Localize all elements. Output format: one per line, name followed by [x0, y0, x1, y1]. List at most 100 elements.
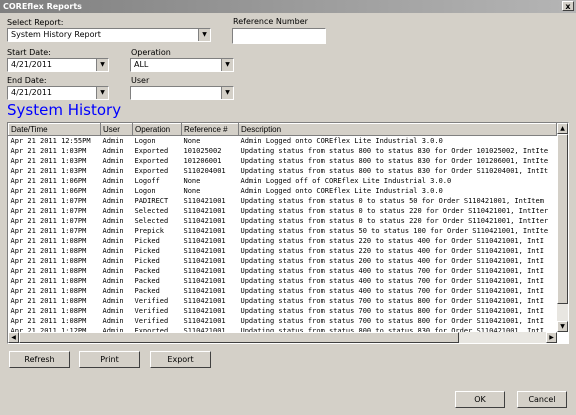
- operation-dropdown[interactable]: ALL ▼: [130, 58, 234, 72]
- table-row[interactable]: Apr 21 2011 1:08PM Admin Picked S110421001 U…: [9, 236, 557, 246]
- user-dropdown[interactable]: ▼: [130, 86, 234, 100]
- table-cell: Updating status from status 0 to status …: [240, 197, 544, 205]
- column-header[interactable]: User: [100, 123, 133, 136]
- table-cell: Admin: [102, 307, 124, 315]
- table-row[interactable]: Apr 21 2011 1:08PM Admin Packed S110421001 U…: [9, 276, 557, 286]
- table-cell: Admin: [102, 317, 124, 325]
- table-cell: Admin: [102, 157, 124, 165]
- table-cell: Admin: [102, 137, 124, 145]
- history-grid[interactable]: Date/Time User Operation Reference # Des…: [7, 122, 569, 344]
- chevron-down-icon[interactable]: ▼: [221, 87, 233, 99]
- chevron-down-icon[interactable]: ▼: [198, 29, 210, 41]
- table-row[interactable]: Apr 21 2011 1:08PM Admin Packed S110421001 U…: [9, 286, 557, 296]
- table-cell: Admin: [102, 257, 124, 265]
- scroll-up-icon[interactable]: ▲: [557, 123, 568, 134]
- export-button[interactable]: Export: [150, 351, 211, 368]
- cancel-button[interactable]: Cancel: [517, 391, 567, 408]
- start-date-label: Start Date:: [7, 48, 51, 57]
- table-row[interactable]: Apr 21 2011 1:03PM Admin Exported 101025002…: [9, 146, 557, 156]
- table-row[interactable]: Apr 21 2011 1:07PM Admin PADIRECT S11042100…: [9, 196, 557, 206]
- table-cell: S110421001: [183, 207, 226, 215]
- table-row[interactable]: Apr 21 2011 1:08PM Admin Packed S110421001 U…: [9, 266, 557, 276]
- table-cell: Packed: [134, 267, 160, 275]
- table-cell: S110421001: [183, 307, 226, 315]
- table-cell: Apr 21 2011 1:08PM: [10, 257, 87, 265]
- print-button[interactable]: Print: [79, 351, 140, 368]
- table-cell: Apr 21 2011 1:03PM: [10, 167, 87, 175]
- column-header[interactable]: Description: [238, 123, 557, 136]
- column-header[interactable]: Date/Time: [8, 123, 101, 136]
- vertical-scrollbar[interactable]: ▲ ▼: [557, 123, 568, 332]
- table-row[interactable]: Apr 21 2011 1:06PM Admin Logoff None Admin L…: [9, 176, 557, 186]
- vertical-scroll-thumb[interactable]: [557, 134, 568, 304]
- horizontal-scrollbar[interactable]: ◀ ▶: [8, 332, 557, 343]
- table-row[interactable]: Apr 21 2011 1:07PM Admin Selected S11042100…: [9, 216, 557, 226]
- table-cell: Updating status from status 0 to status …: [240, 207, 549, 215]
- table-cell: Admin: [102, 217, 124, 225]
- table-cell: Updating status from status 800 to statu…: [240, 167, 549, 175]
- table-cell: S110421001: [183, 237, 226, 245]
- table-cell: Apr 21 2011 1:07PM: [10, 197, 87, 205]
- end-date-label: End Date:: [7, 76, 47, 85]
- table-cell: Admin: [102, 177, 124, 185]
- table-row[interactable]: Apr 21 2011 12:55PM Admin Logon None Admin L…: [9, 136, 557, 147]
- table-cell: S110421001: [183, 227, 226, 235]
- table-cell: Apr 21 2011 12:55PM: [10, 137, 91, 145]
- scroll-right-icon[interactable]: ▶: [546, 332, 557, 343]
- table-cell: Apr 21 2011 1:08PM: [10, 297, 87, 305]
- table-row[interactable]: Apr 21 2011 1:08PM Admin Verified S11042100…: [9, 316, 557, 326]
- horizontal-scroll-thumb[interactable]: [19, 332, 459, 343]
- select-report-label: Select Report:: [7, 18, 64, 27]
- window-title: COREflex Reports: [3, 2, 82, 11]
- table-cell: Apr 21 2011 1:07PM: [10, 207, 87, 215]
- table-header-row: Date/Time User Operation Reference # Des…: [8, 123, 557, 136]
- table-cell: Apr 21 2011 1:08PM: [10, 277, 87, 285]
- table-cell: Selected: [134, 207, 169, 215]
- table-cell: Admin: [102, 187, 124, 195]
- select-report-value: System History Report: [11, 30, 101, 39]
- table-row[interactable]: Apr 21 2011 1:08PM Admin Verified S11042100…: [9, 306, 557, 316]
- column-header[interactable]: Operation: [132, 123, 182, 136]
- table-cell: None: [183, 137, 201, 145]
- table-row[interactable]: Apr 21 2011 1:03PM Admin Exported S11020400…: [9, 166, 557, 176]
- table-cell: Updating status from status 220 to statu…: [240, 237, 544, 245]
- scroll-left-icon[interactable]: ◀: [8, 332, 19, 343]
- user-label: User: [131, 76, 150, 85]
- scroll-down-icon[interactable]: ▼: [557, 321, 568, 332]
- ok-button[interactable]: OK: [455, 391, 505, 408]
- select-report-dropdown[interactable]: System History Report ▼: [7, 28, 211, 42]
- table-cell: Verified: [134, 297, 169, 305]
- table-row[interactable]: Apr 21 2011 1:03PM Admin Exported 101206001…: [9, 156, 557, 166]
- chevron-down-icon[interactable]: ▼: [96, 59, 108, 71]
- table-cell: Apr 21 2011 1:08PM: [10, 307, 87, 315]
- end-date-picker[interactable]: 4/21/2011 ▼: [7, 86, 109, 100]
- table-cell: Apr 21 2011 1:03PM: [10, 147, 87, 155]
- table-cell: Apr 21 2011 1:08PM: [10, 237, 87, 245]
- column-header[interactable]: Reference #: [181, 123, 239, 136]
- start-date-picker[interactable]: 4/21/2011 ▼: [7, 58, 109, 72]
- table-cell: Updating status from status 800 to statu…: [240, 157, 549, 165]
- table-cell: Updating status from status 400 to statu…: [240, 267, 544, 275]
- table-row[interactable]: Apr 21 2011 1:07PM Admin Prepick S110421001…: [9, 226, 557, 236]
- table-cell: Admin Logged off of COREflex Lite Indust…: [240, 177, 452, 185]
- table-cell: Exported: [134, 147, 169, 155]
- close-button[interactable]: x: [562, 1, 574, 11]
- table-cell: Apr 21 2011 1:07PM: [10, 227, 87, 235]
- table-row[interactable]: Apr 21 2011 1:07PM Admin Selected S11042100…: [9, 206, 557, 216]
- table-row[interactable]: Apr 21 2011 1:06PM Admin Logon None Admin Lo…: [9, 186, 557, 196]
- table-cell: Selected: [134, 217, 169, 225]
- refresh-button[interactable]: Refresh: [9, 351, 70, 368]
- table-row[interactable]: Apr 21 2011 1:08PM Admin Picked S110421001 U…: [9, 256, 557, 266]
- table-cell: 101206001: [183, 157, 222, 165]
- table-row[interactable]: Apr 21 2011 1:08PM Admin Verified S11042100…: [9, 296, 557, 306]
- table-row[interactable]: Apr 21 2011 1:08PM Admin Picked S110421001 U…: [9, 246, 557, 256]
- table-cell: Admin: [102, 277, 124, 285]
- chevron-down-icon[interactable]: ▼: [96, 87, 108, 99]
- chevron-down-icon[interactable]: ▼: [221, 59, 233, 71]
- reference-number-input[interactable]: [232, 28, 326, 44]
- table-cell: Packed: [134, 287, 160, 295]
- table-cell: S110421001: [183, 267, 226, 275]
- table-cell: Admin: [102, 227, 124, 235]
- table-cell: S110421001: [183, 247, 226, 255]
- table-cell: Admin: [102, 207, 124, 215]
